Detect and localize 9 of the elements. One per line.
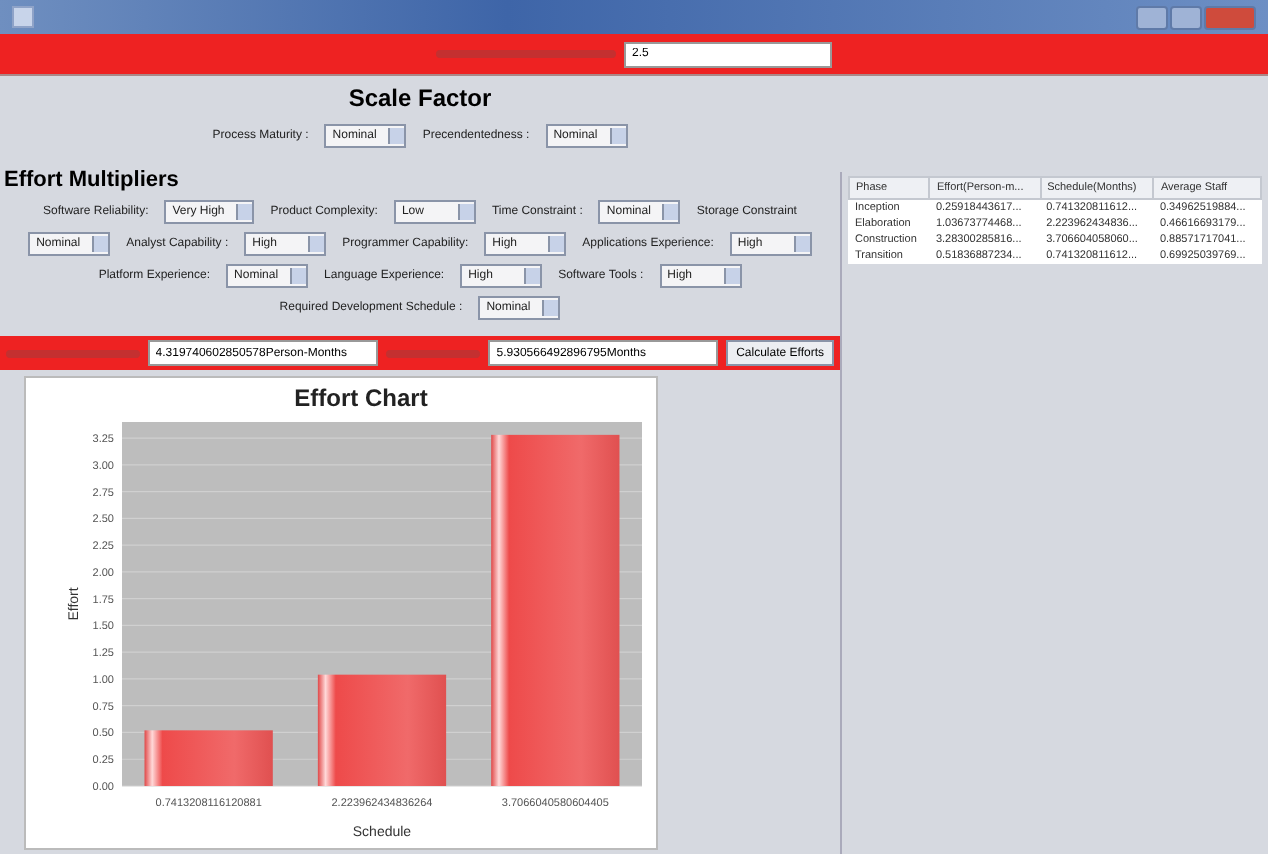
close-button[interactable] bbox=[1204, 5, 1256, 29]
chart-bar bbox=[317, 674, 447, 786]
chart-title: Effort Chart bbox=[294, 384, 428, 412]
app-icon bbox=[12, 6, 34, 28]
section-title: Effort Multipliers bbox=[4, 168, 181, 192]
minimize-button[interactable] bbox=[1136, 5, 1168, 29]
section-title: Scale Factor bbox=[346, 84, 494, 112]
maximize-button[interactable] bbox=[1170, 5, 1202, 29]
chart-bar bbox=[144, 730, 273, 786]
